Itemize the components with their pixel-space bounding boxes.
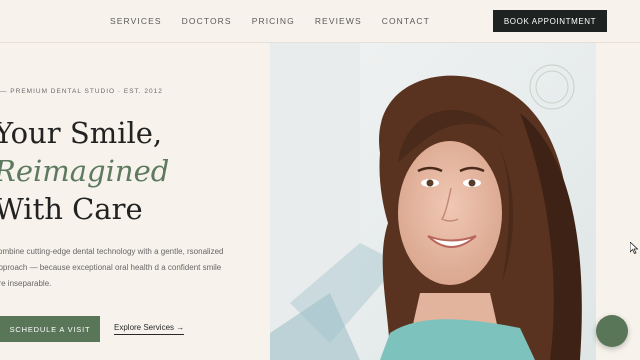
nav-link-services[interactable]: SERVICES [110,16,162,26]
nav-link-reviews[interactable]: REVIEWS [315,16,362,26]
nav-link-contact[interactable]: CONTACT [382,16,430,26]
explore-services-link[interactable]: Explore Services → [114,323,185,335]
hero-headline: Your Smile, Reimagined With Care [0,114,169,228]
top-nav: SERVICES DOCTORS PRICING REVIEWS CONTACT… [0,0,640,43]
nav-link-doctors[interactable]: DOCTORS [182,16,232,26]
chat-bubble-button[interactable] [596,315,628,347]
hero-photo [270,43,596,360]
mouse-cursor-icon [630,242,638,254]
headline-line-1: Your Smile, [0,116,163,150]
nav-links: SERVICES DOCTORS PRICING REVIEWS CONTACT [110,16,450,26]
book-appointment-button[interactable]: BOOK APPOINTMENT [493,10,607,32]
headline-line-2: Reimagined [0,154,170,188]
hero-description: combine cutting-edge dental technology w… [0,247,224,288]
headline-line-3: With Care [0,192,143,226]
nav-link-pricing[interactable]: PRICING [252,16,295,26]
schedule-visit-button[interactable]: SCHEDULE A VISIT [0,316,100,342]
hero-portrait-illustration [270,43,596,360]
eyebrow-label: — PREMIUM DENTAL STUDIO · EST. 2012 [0,88,163,95]
